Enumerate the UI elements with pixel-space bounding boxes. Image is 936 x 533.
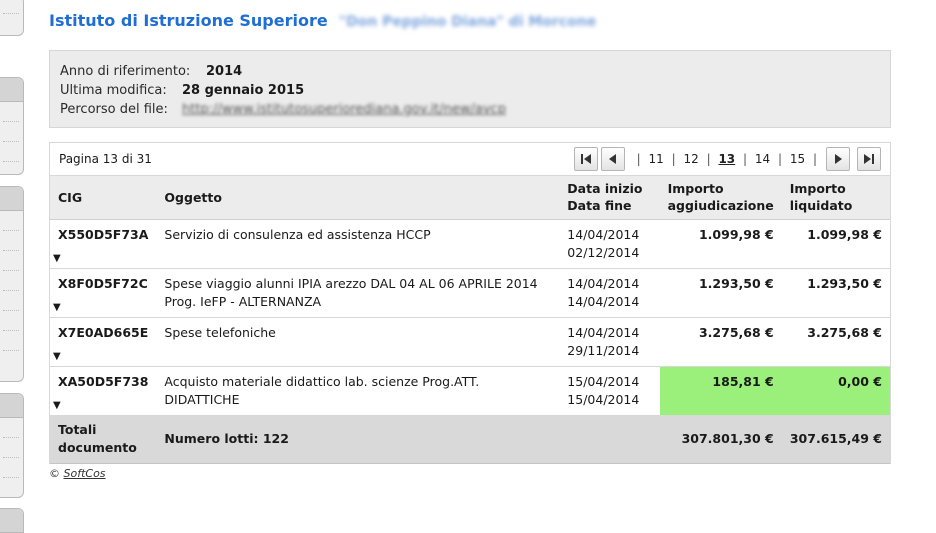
pagination-bar: Pagina 13 di 31 | 11 | 12 | 13 | 14 | 15… [50,143,890,176]
page-link-13-current[interactable]: 13 [718,152,735,166]
page-title: Istituto di Istruzione Superiore "Don Pe… [49,11,596,30]
sidebar-panel-5[interactable] [0,508,24,533]
total-aggiudicazione: 307.801,30 € [659,415,782,464]
cig-value: X8F0D5F72C [58,275,148,291]
oggetto-cell: Spese telefoniche [156,317,560,367]
col-header-date[interactable]: Data inizio Data fine [559,176,660,220]
cig-value: XA50D5F738 [58,373,149,389]
expand-row-icon[interactable]: ▼ [53,302,61,313]
first-page-icon [580,154,591,164]
first-page-button[interactable] [573,147,598,171]
col-header-oggetto[interactable]: Oggetto [156,176,560,220]
softcos-link[interactable]: SoftCos [64,467,106,480]
liquidato-cell: 1.099,98 € [781,219,890,269]
totals-row: Totali documento Numero lotti: 122 307.80… [50,415,890,464]
table-row[interactable]: X7E0AD665E ▼ Spese telefoniche 14/04/2014… [50,317,890,367]
copyright-symbol: © [49,467,60,480]
data-inizio-cell: 15/04/2014 [567,373,640,389]
oggetto-cell: Servizio di consulenza ed assistenza HCC… [156,219,560,269]
sidebar-panel-1 [0,0,24,36]
liquidato-cell: 1.293,50 € [781,268,890,318]
totals-label-line1: Totali [58,422,97,437]
table-row[interactable]: X550D5F73A ▼ Servizio di consulenza ed as… [50,219,890,269]
anno-label: Anno di riferimento: [60,64,191,79]
prev-page-button[interactable] [600,147,625,171]
data-fine-cell: 02/12/2014 [567,244,640,260]
page-link-15[interactable]: 15 [790,152,805,166]
percorso-link[interactable]: http://www.istitutosuperiorediana.gov.it… [182,102,506,117]
page-link-11[interactable]: 11 [648,152,663,166]
data-fine-cell: 29/11/2014 [567,342,640,358]
aggiudicazione-cell: 1.293,50 € [659,268,782,318]
data-inizio-cell: 14/04/2014 [567,226,640,242]
page-link-12[interactable]: 12 [683,152,698,166]
col-header-data-inizio: Data inizio [567,181,643,197]
last-page-icon [864,154,874,164]
col-header-liq-line1: Importo [789,181,846,197]
col-header-liq-line2: liquidato [789,198,853,214]
expand-row-icon[interactable]: ▼ [53,351,61,362]
next-page-icon [835,154,842,164]
aggiudicazione-cell: 1.099,98 € [659,219,782,269]
page-status: Pagina 13 di 31 [59,152,152,166]
table-row[interactable]: XA50D5F738 ▼ Acquisto materiale didattico… [50,366,890,416]
pager-controls: | 11 | 12 | 13 | 14 | 15 | [573,147,881,171]
numero-lotti: Numero lotti: 122 [156,415,560,464]
modifica-value: 28 gennaio 2015 [182,83,305,98]
expand-row-icon[interactable]: ▼ [53,400,61,411]
info-row-modifica: Ultima modifica: 28 gennaio 2015 [60,81,890,100]
data-fine-cell: 14/04/2014 [567,293,640,309]
document-info-box: Anno di riferimento: 2014 Ultima modific… [49,50,891,128]
col-header-cig[interactable]: CIG [50,176,157,220]
liquidato-cell: 3.275,68 € [781,317,890,367]
table-header-row: CIG Oggetto Data inizio Data fine Import… [50,176,890,220]
data-fine-cell: 15/04/2014 [567,391,640,407]
aggiudicazione-cell-highlighted: 185,81 € [659,366,782,416]
info-row-percorso: Percorso del file: http://www.istitutosu… [60,100,890,119]
next-page-button[interactable] [826,147,850,171]
info-row-anno: Anno di riferimento: 2014 [60,62,890,81]
col-header-agg-line2: aggiudicazione [667,198,774,214]
contracts-table-container: Pagina 13 di 31 | 11 | 12 | 13 | 14 | 15… [49,142,891,464]
totals-label-line2: documento [58,440,137,455]
total-liquidato: 307.615,49 € [781,415,890,464]
table-row[interactable]: X8F0D5F72C ▼ Spese viaggio alunni IPIA ar… [50,268,890,318]
liquidato-cell-highlighted: 0,00 € [781,366,890,416]
col-header-liquidato[interactable]: Importo liquidato [781,176,890,220]
oggetto-cell: Spese viaggio alunni IPIA arezzo DAL 04 … [156,268,560,318]
sidebar-panel-4[interactable] [0,393,24,498]
data-inizio-cell: 14/04/2014 [567,324,640,340]
anno-value: 2014 [206,64,243,79]
col-header-data-fine: Data fine [567,198,632,214]
page-title-school-name: "Don Peppino Diana" di Morcone [338,14,597,30]
percorso-label: Percorso del file: [60,102,168,117]
page-title-text: Istituto di Istruzione Superiore [49,11,328,30]
aggiudicazione-cell: 3.275,68 € [659,317,782,367]
modifica-label: Ultima modifica: [60,83,167,98]
page-link-14[interactable]: 14 [755,152,770,166]
last-page-button[interactable] [857,147,881,171]
expand-row-icon[interactable]: ▼ [53,253,61,264]
totals-label: Totali documento [50,415,157,464]
col-header-agg-line1: Importo [667,181,724,197]
sidebar-panel-3[interactable] [0,186,24,382]
sidebar-panel-2[interactable] [0,77,24,175]
prev-page-icon [608,154,616,164]
contracts-table: CIG Oggetto Data inizio Data fine Import… [50,176,890,464]
oggetto-cell: Acquisto materiale didattico lab. scienz… [156,366,560,416]
cig-value: X7E0AD665E [58,324,149,340]
cig-value: X550D5F73A [58,226,149,242]
col-header-aggiudicazione[interactable]: Importo aggiudicazione [659,176,782,220]
footer-credit: © SoftCos [49,467,106,480]
data-inizio-cell: 14/04/2014 [567,275,640,291]
page-numbers: | 11 | 12 | 13 | 14 | 15 | [636,152,817,166]
